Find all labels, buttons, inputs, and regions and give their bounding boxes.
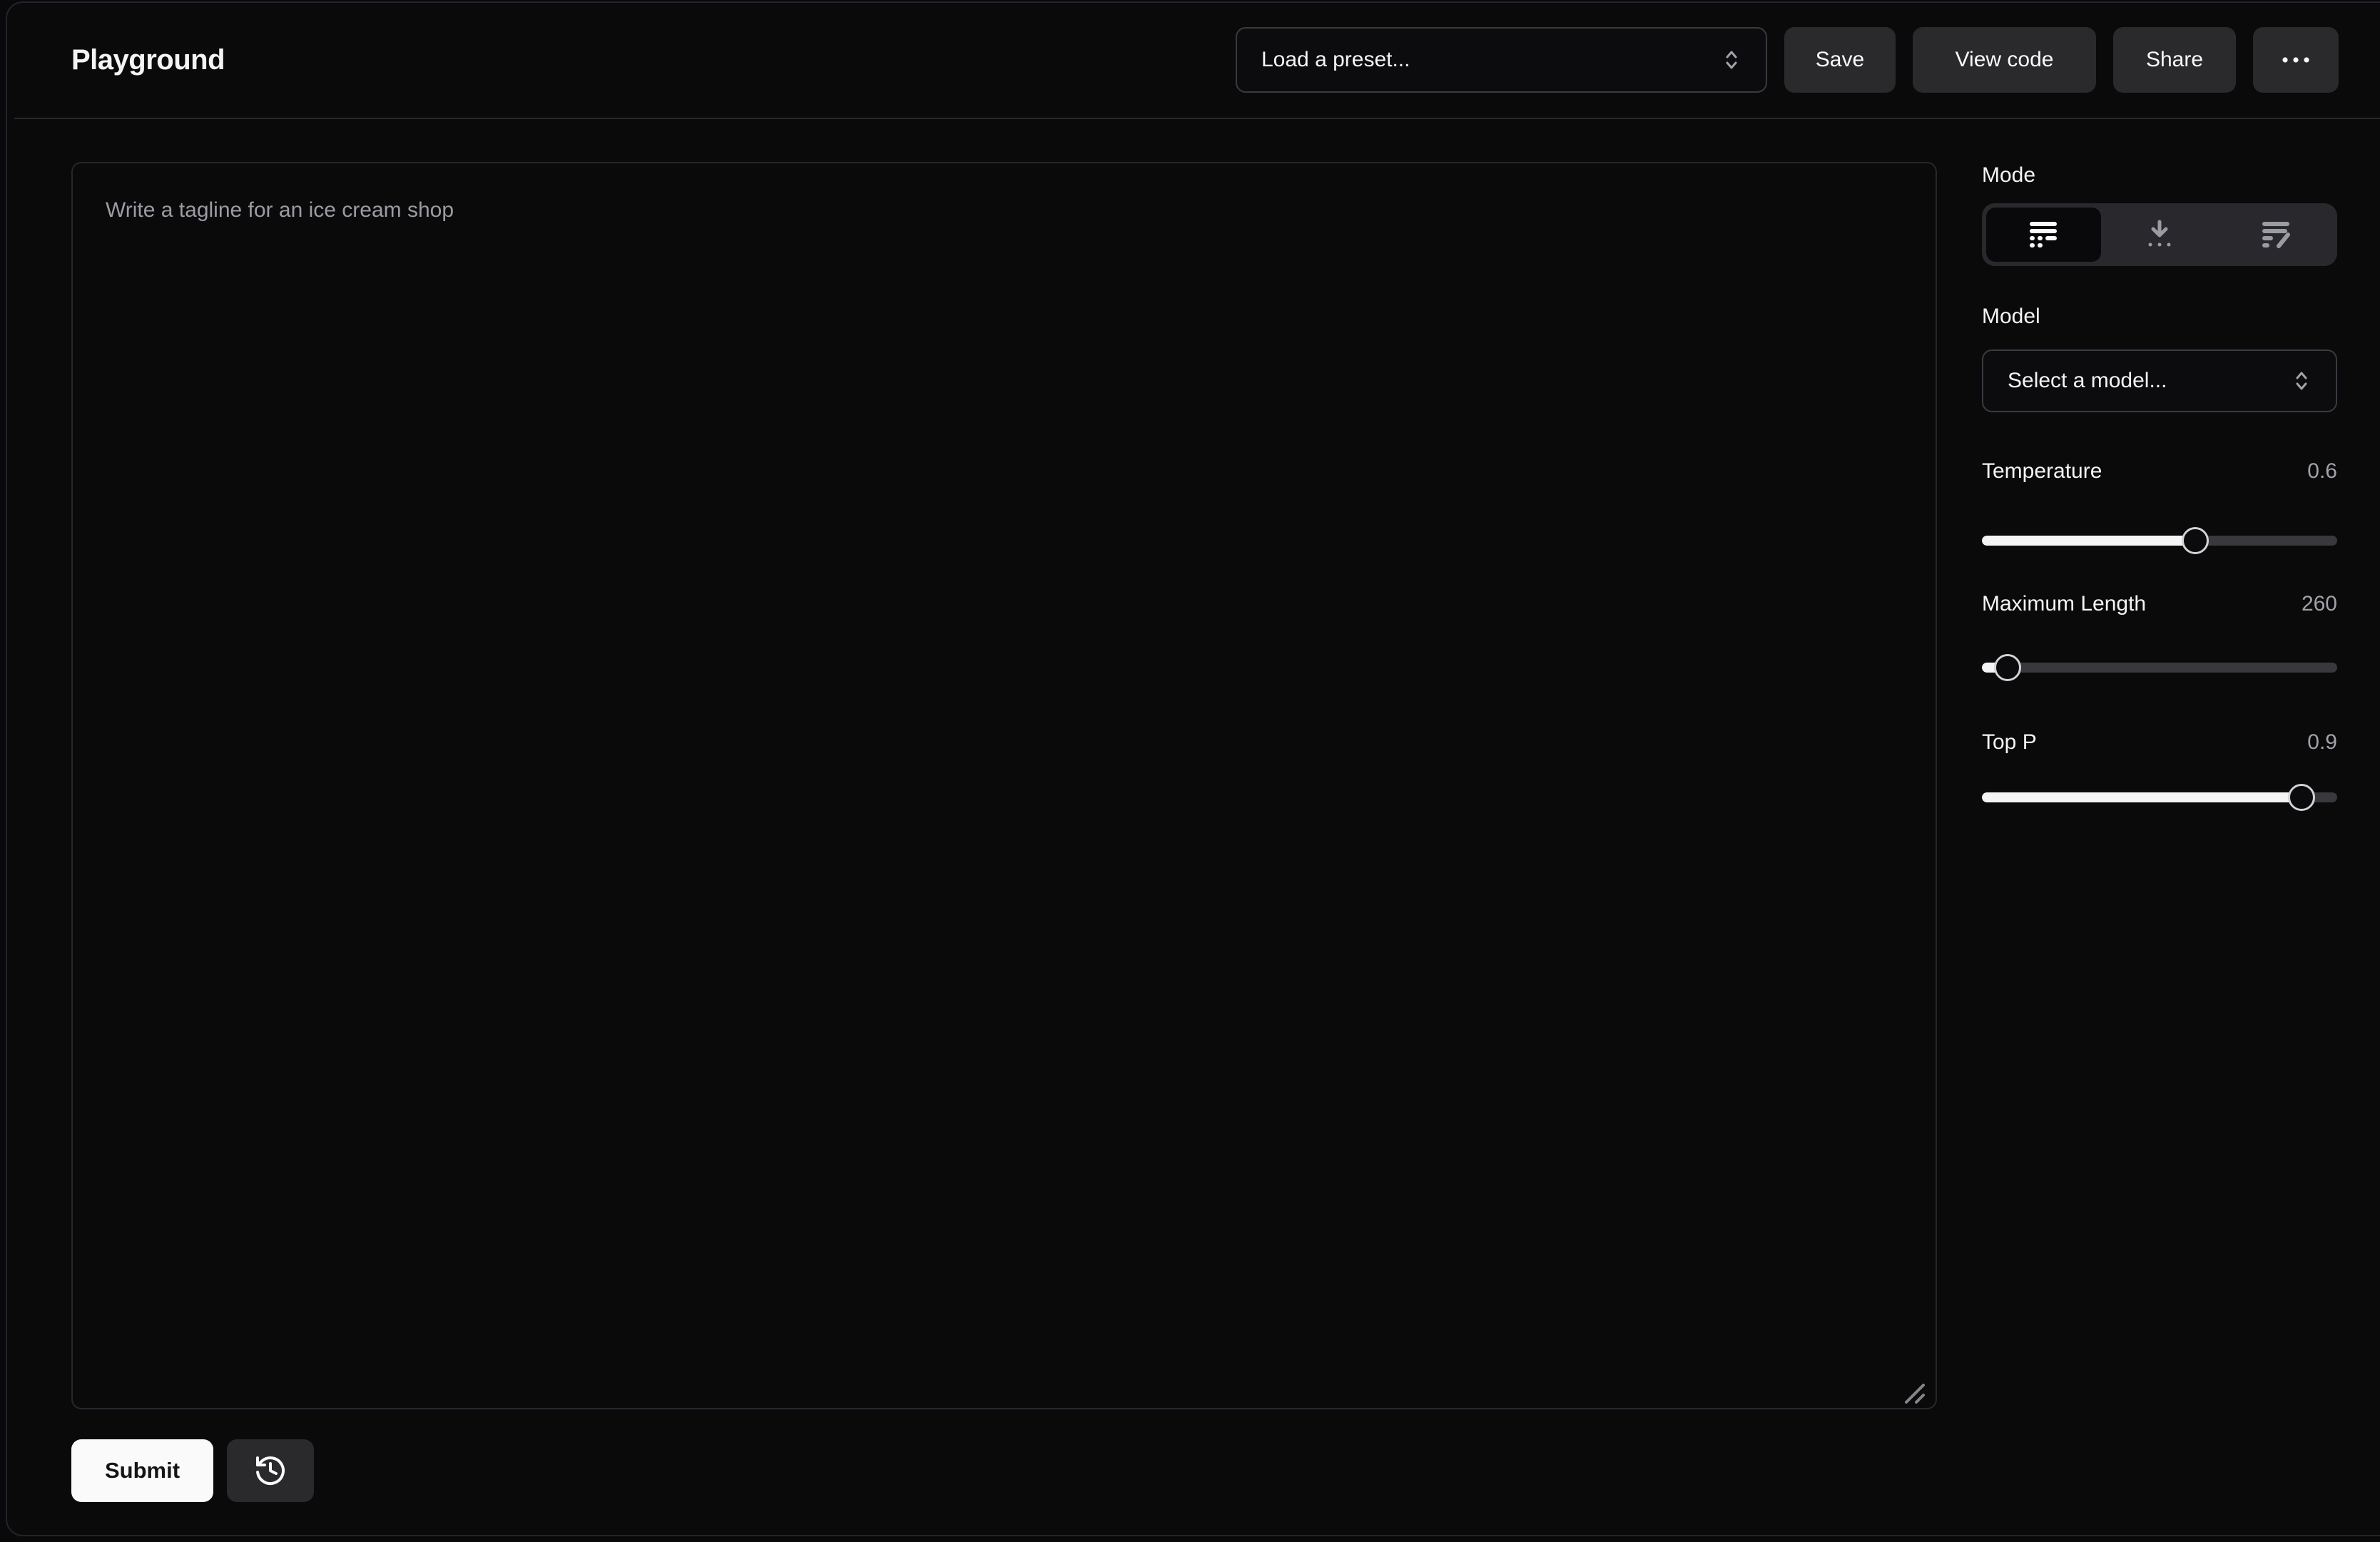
temperature-slider[interactable] — [1982, 526, 2337, 555]
submit-button[interactable]: Submit — [71, 1439, 213, 1502]
app-container: Playground Load a preset... Save View co… — [6, 1, 2380, 1536]
history-button[interactable] — [227, 1439, 314, 1502]
preset-select-value: Load a preset... — [1261, 48, 1410, 72]
model-select-value: Select a model... — [2008, 369, 2167, 393]
temperature-value: 0.6 — [2307, 459, 2337, 484]
updown-chevron-icon — [2292, 367, 2312, 394]
temperature-label: Temperature — [1982, 459, 2102, 484]
mode-tab-edit[interactable] — [2218, 208, 2333, 262]
header-actions: Load a preset... Save View code Share — [1236, 27, 2339, 93]
slider-track[interactable] — [1982, 792, 2337, 802]
max-length-header: Maximum Length 260 — [1982, 592, 2337, 616]
top-p-label: Top P — [1982, 730, 2037, 755]
prompt-textarea[interactable] — [71, 162, 1937, 1409]
preset-select[interactable]: Load a preset... — [1236, 27, 1767, 93]
slider-track[interactable] — [1982, 536, 2337, 546]
complete-icon — [2029, 220, 2058, 250]
page-title: Playground — [71, 44, 225, 76]
more-button[interactable] — [2253, 27, 2339, 93]
model-select[interactable]: Select a model... — [1982, 349, 2337, 412]
share-button[interactable]: Share — [2113, 27, 2236, 93]
max-length-slider[interactable] — [1982, 653, 2337, 682]
top-p-slider[interactable] — [1982, 783, 2337, 812]
mode-label: Mode — [1982, 163, 2035, 188]
slider-fill — [1982, 792, 2302, 802]
ellipsis-icon — [2282, 56, 2310, 63]
textarea-resize-grip[interactable] — [1895, 1374, 1926, 1405]
slider-fill — [1982, 536, 2195, 546]
save-button[interactable]: Save — [1784, 27, 1896, 93]
updown-chevron-icon — [1722, 46, 1741, 73]
top-p-header: Top P 0.9 — [1982, 730, 2337, 755]
history-icon — [253, 1454, 288, 1488]
mode-tab-insert[interactable] — [2102, 208, 2217, 262]
insert-icon — [2145, 220, 2174, 250]
slider-thumb[interactable] — [1994, 654, 2021, 681]
model-label: Model — [1982, 305, 2040, 329]
temperature-header: Temperature 0.6 — [1982, 459, 2337, 484]
slider-thumb[interactable] — [2288, 784, 2315, 811]
edit-icon — [2262, 220, 2290, 250]
max-length-value: 260 — [2302, 592, 2337, 616]
max-length-label: Maximum Length — [1982, 592, 2146, 616]
header: Playground Load a preset... Save View co… — [14, 6, 2380, 119]
slider-thumb[interactable] — [2182, 527, 2209, 554]
slider-track[interactable] — [1982, 663, 2337, 673]
mode-tab-complete[interactable] — [1986, 208, 2101, 262]
mode-toggle-group — [1982, 203, 2337, 266]
view-code-button[interactable]: View code — [1913, 27, 2096, 93]
top-p-value: 0.9 — [2307, 730, 2337, 755]
playground-screen: Playground Load a preset... Save View co… — [0, 0, 2380, 1542]
